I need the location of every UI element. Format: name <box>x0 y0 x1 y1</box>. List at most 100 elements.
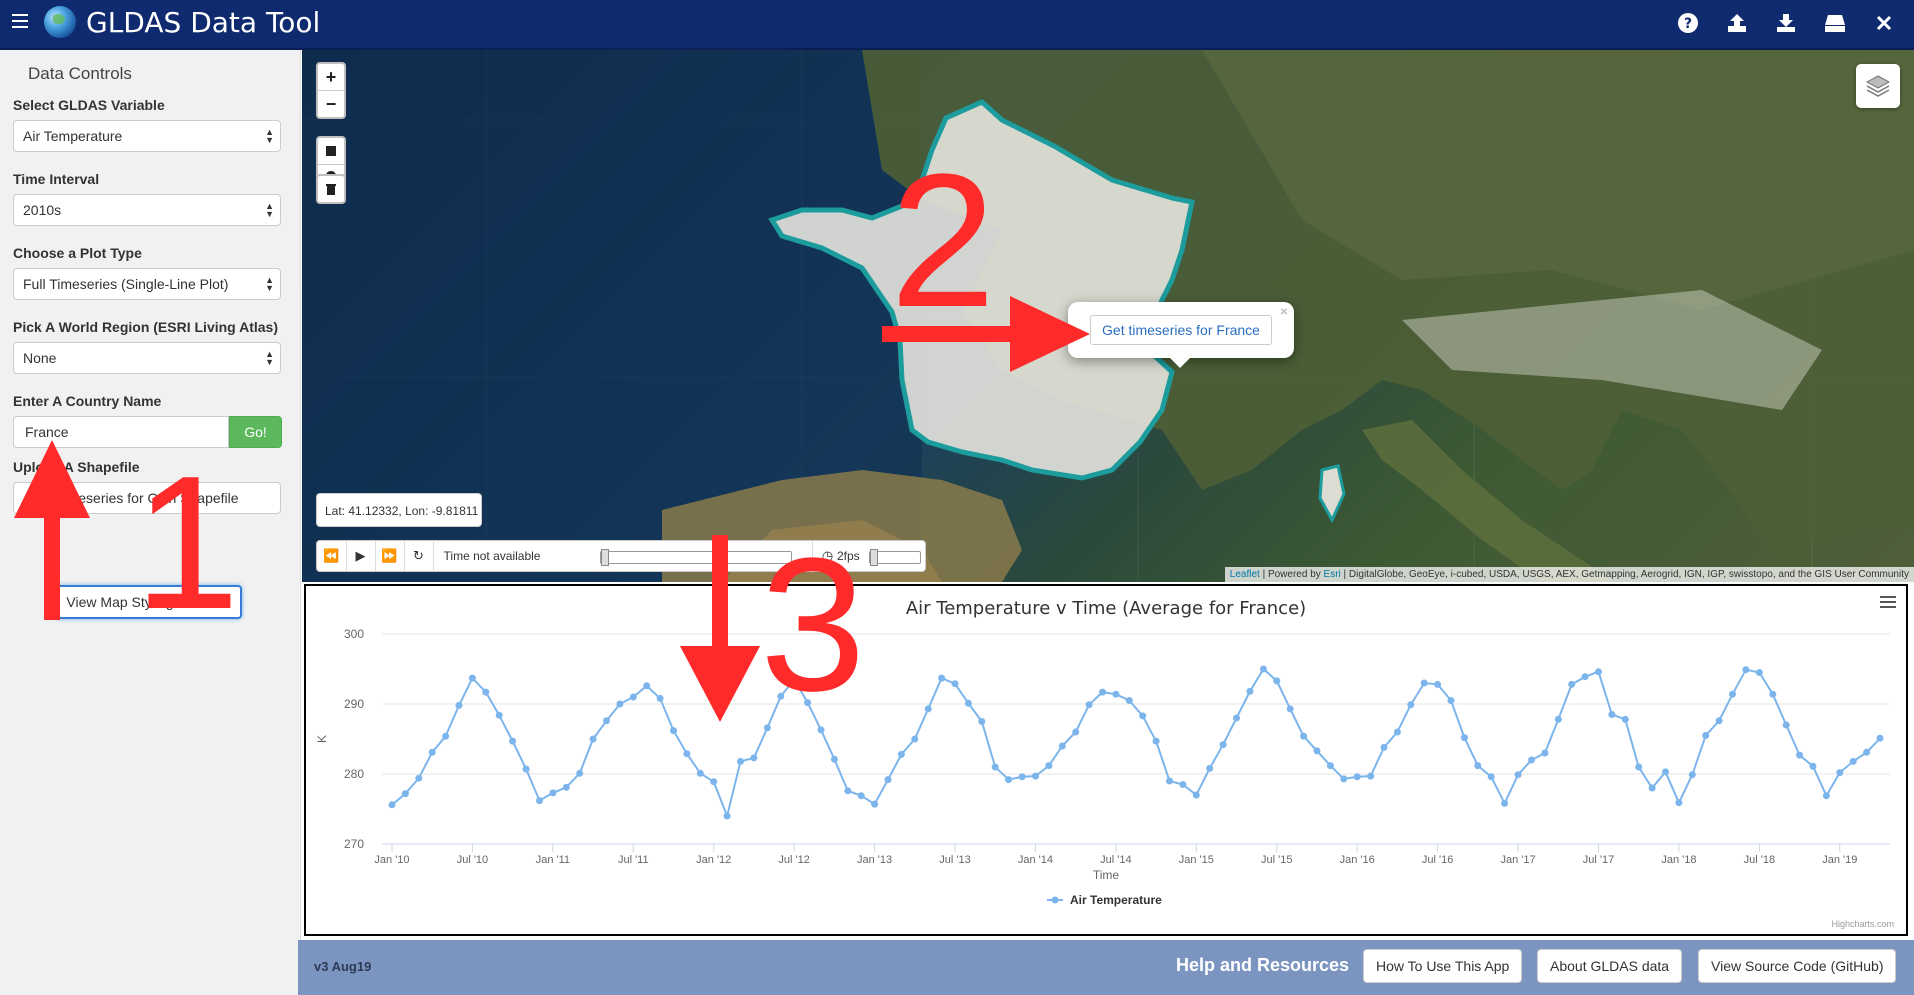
zoom-in-button[interactable]: + <box>318 64 344 91</box>
data-point <box>1487 773 1495 781</box>
upload-icon[interactable] <box>1721 9 1753 37</box>
attribution-sources: | DigitalGlobe, GeoEye, i-cubed, USDA, U… <box>1340 569 1909 580</box>
region-select[interactable]: None ▲ ▼ <box>13 342 281 374</box>
data-point <box>1621 715 1629 723</box>
data-point <box>938 674 946 682</box>
popup-close-button[interactable]: × <box>1280 303 1288 319</box>
play-icon[interactable]: ▶ <box>346 541 376 571</box>
about-gldas-button[interactable]: About GLDAS data <box>1537 949 1683 983</box>
data-point <box>1273 677 1281 685</box>
zoom-out-button[interactable]: − <box>318 91 344 117</box>
help-icon[interactable]: ? <box>1672 9 1704 37</box>
data-point <box>629 693 637 701</box>
chart-menu-icon[interactable] <box>1880 596 1896 611</box>
interval-select[interactable]: 2010s ▲ ▼ <box>13 194 281 226</box>
variable-select[interactable]: Air Temperature ▲ ▼ <box>13 120 281 152</box>
esri-link[interactable]: Esri <box>1324 569 1341 580</box>
data-point <box>549 789 557 797</box>
chart-credits: Highcharts.com <box>1831 919 1894 929</box>
time-slider-handle[interactable] <box>601 549 609 566</box>
fps-slider-handle[interactable] <box>870 549 878 566</box>
y-tick-label: 290 <box>344 697 364 711</box>
data-point <box>1460 734 1468 742</box>
interval-label: Time Interval <box>13 171 100 187</box>
data-point <box>1635 763 1643 771</box>
data-point <box>388 801 396 809</box>
download-icon[interactable] <box>1770 9 1802 37</box>
data-point <box>1554 715 1562 723</box>
data-point <box>696 769 704 777</box>
get-timeseries-button[interactable]: Get timeseries for France <box>1090 315 1272 345</box>
map-popup: × Get timeseries for France <box>1068 302 1294 368</box>
data-point <box>844 787 852 795</box>
data-point <box>589 735 597 743</box>
menu-icon[interactable] <box>12 14 28 28</box>
data-point <box>1675 799 1683 807</box>
data-point <box>1072 728 1080 736</box>
x-tick-label: Jan '10 <box>374 854 409 866</box>
data-point <box>643 682 651 690</box>
x-tick-label: Jul '17 <box>1583 854 1614 866</box>
data-point <box>924 705 932 713</box>
close-icon[interactable] <box>1868 9 1900 37</box>
plot-type-select-value: Full Timeseries (Single-Line Plot) <box>23 276 229 292</box>
data-point <box>1085 701 1093 709</box>
leaflet-link[interactable]: Leaflet <box>1230 569 1260 580</box>
data-point <box>1326 762 1334 770</box>
view-source-button[interactable]: View Source Code (GitHub) <box>1698 949 1897 983</box>
legend-marker <box>1051 896 1059 904</box>
drive-icon[interactable] <box>1819 9 1851 37</box>
data-point <box>656 694 664 702</box>
annotation-number-1: 1 <box>134 437 240 649</box>
chart-title: Air Temperature v Time (Average for Fran… <box>906 598 1306 619</box>
data-point <box>1769 690 1777 698</box>
trash-icon[interactable] <box>318 176 344 202</box>
variable-label: Select GLDAS Variable <box>13 97 165 113</box>
data-point <box>1742 666 1750 674</box>
data-point <box>1259 665 1267 673</box>
region-select-value: None <box>23 350 57 366</box>
x-tick-label: Jan '15 <box>1179 854 1214 866</box>
x-tick-label: Jul '10 <box>457 854 488 866</box>
draw-rectangle-icon[interactable] <box>318 138 344 165</box>
data-point <box>562 783 570 791</box>
data-point <box>1822 792 1830 800</box>
zoom-control: + − <box>316 62 346 119</box>
data-point <box>1179 781 1187 788</box>
fps-slider[interactable] <box>869 549 921 566</box>
data-point <box>1514 771 1522 779</box>
data-point <box>522 765 530 773</box>
x-tick-label: Jan '17 <box>1500 854 1535 866</box>
data-point <box>1045 762 1053 770</box>
globe-logo-icon <box>44 6 76 38</box>
data-point <box>536 797 543 805</box>
x-tick-label: Jul '13 <box>939 854 970 866</box>
data-point <box>509 737 517 745</box>
data-point <box>1099 688 1106 696</box>
header-icon-group: ? <box>1672 9 1900 37</box>
annotation-number-2: 2 <box>890 135 996 347</box>
plot-type-select[interactable]: Full Timeseries (Single-Line Plot) ▲ ▼ <box>13 268 281 300</box>
data-point <box>1166 777 1173 785</box>
layers-control[interactable] <box>1856 64 1900 108</box>
data-point <box>495 711 503 719</box>
data-point <box>710 778 718 786</box>
data-point <box>482 688 490 696</box>
data-point <box>401 790 409 798</box>
map-view[interactable]: + − × Get timeseries for France Lat: 41.… <box>302 50 1914 582</box>
data-point <box>1849 757 1857 765</box>
attribution-powered: | Powered by <box>1259 569 1324 580</box>
data-point <box>1206 764 1214 772</box>
data-point <box>1192 791 1200 799</box>
how-to-use-button[interactable]: How To Use This App <box>1363 949 1523 983</box>
data-point <box>1568 680 1576 688</box>
data-point <box>1219 741 1227 749</box>
forward-icon[interactable]: ⏩ <box>375 541 405 571</box>
backward-icon[interactable]: ⏪ <box>317 541 347 571</box>
data-point <box>1581 673 1589 681</box>
data-point <box>1541 749 1549 757</box>
data-point <box>1501 799 1509 807</box>
loop-icon[interactable]: ↻ <box>404 541 434 571</box>
data-point <box>468 674 476 682</box>
help-title: Help and Resources <box>1176 955 1350 975</box>
